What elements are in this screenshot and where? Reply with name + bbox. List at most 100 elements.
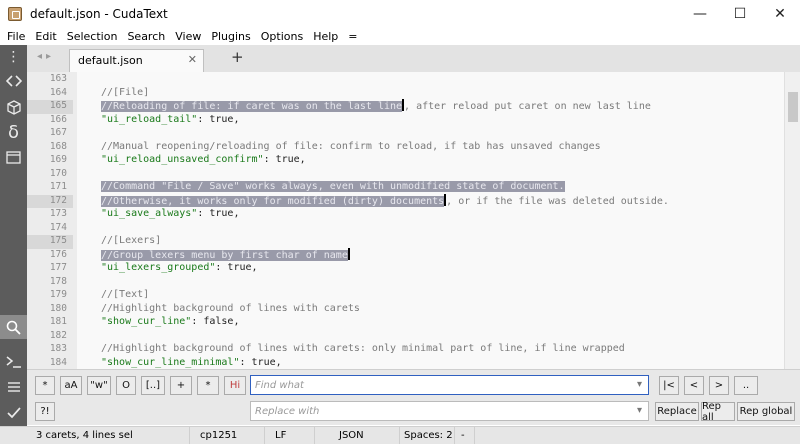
code-line-165: //Reloading of file: if caret was on the…: [101, 99, 651, 112]
in-selection-button[interactable]: [..]: [141, 376, 165, 395]
code-line-173: "ui_save_always": true,: [101, 208, 240, 219]
selection: //Command "File / Save" works always, ev…: [101, 181, 565, 192]
line-number[interactable]: 177: [27, 262, 73, 276]
line-number[interactable]: 169: [27, 154, 73, 168]
status-line-ending[interactable]: LF: [265, 426, 315, 444]
dots-icon[interactable]: ⋮: [0, 45, 27, 69]
line-number[interactable]: 178: [27, 276, 73, 290]
menu-search[interactable]: Search: [122, 30, 170, 43]
code-line-181: "show_cur_line": false,: [101, 316, 240, 327]
line-number[interactable]: 167: [27, 127, 73, 141]
menu-plugins[interactable]: Plugins: [206, 30, 255, 43]
code-icon[interactable]: [0, 69, 27, 93]
line-number[interactable]: 172: [27, 194, 73, 208]
minimize-button[interactable]: —: [680, 0, 720, 28]
status-indent[interactable]: Spaces: 2: [400, 426, 455, 444]
line-number[interactable]: 163: [27, 73, 73, 87]
selection: //Otherwise, it works only for modified …: [101, 195, 445, 207]
wrapped-search-button[interactable]: O: [116, 376, 136, 395]
menu-selection[interactable]: Selection: [62, 30, 123, 43]
regex-toggle-button[interactable]: *: [35, 376, 55, 395]
line-number-gutter: 163 164 165 166 167 168 169 170 171 172 173 174 175 1…: [27, 72, 77, 369]
chevron-down-icon[interactable]: ▾: [637, 405, 642, 416]
search-icon[interactable]: [0, 315, 27, 339]
menu-bar: File Edit Selection Search View Plugins …: [0, 28, 800, 45]
replace-placeholder: Replace with: [255, 405, 320, 417]
code-line-184: "show_cur_line_minimal": true,: [101, 356, 282, 368]
line-number[interactable]: 174: [27, 222, 73, 236]
code-line-166: "ui_reload_tail": true,: [101, 113, 240, 125]
selection: //Reloading of file: if caret was on the…: [101, 101, 403, 112]
whole-words-button[interactable]: "w": [87, 376, 111, 395]
find-placeholder: Find what: [255, 379, 304, 391]
line-number[interactable]: 171: [27, 181, 73, 195]
menu-view[interactable]: View: [170, 30, 206, 43]
code-line-168: //Manual reopening/reloading of file: co…: [101, 140, 601, 152]
chevron-down-icon[interactable]: ▾: [637, 379, 642, 390]
close-button[interactable]: ✕: [760, 0, 800, 28]
line-number[interactable]: 175: [27, 235, 73, 249]
replace-all-button[interactable]: Rep all: [701, 401, 735, 423]
code-line-164: //[File]: [101, 86, 150, 98]
highlight-button[interactable]: Hi: [224, 376, 246, 395]
list-icon[interactable]: [0, 375, 27, 399]
line-number[interactable]: 168: [27, 141, 73, 155]
line-number[interactable]: 176: [27, 249, 73, 263]
find-prev-button[interactable]: <: [684, 376, 704, 395]
new-tab-button[interactable]: +: [231, 48, 244, 66]
help-button[interactable]: ?!: [35, 402, 55, 421]
find-input[interactable]: Find what ▾: [250, 375, 649, 395]
code-line-169: "ui_reload_unsaved_confirm": true,: [101, 154, 306, 165]
code-line-180: //Highlight background of lines with car…: [101, 302, 360, 314]
menu-edit[interactable]: Edit: [30, 30, 61, 43]
status-lexer[interactable]: JSON: [315, 426, 400, 444]
code-line-175: //[Lexers]: [101, 235, 162, 246]
menu-file[interactable]: File: [2, 30, 30, 43]
multiline-button[interactable]: +: [170, 376, 192, 395]
find-first-button[interactable]: |<: [659, 376, 679, 395]
cudatext-app-icon: [8, 7, 22, 21]
menu-extra[interactable]: =: [343, 30, 362, 43]
terminal-icon[interactable]: [0, 350, 27, 374]
code-line-183: //Highlight background of lines with car…: [101, 343, 625, 354]
delta-icon[interactable]: δ: [0, 120, 27, 144]
check-icon[interactable]: [0, 401, 27, 425]
replace-input[interactable]: Replace with ▾: [250, 401, 649, 421]
case-sensitive-button[interactable]: aA: [60, 376, 82, 395]
confirm-replace-button[interactable]: *: [197, 376, 219, 395]
line-number[interactable]: 184: [27, 357, 73, 370]
replace-button[interactable]: Replace: [655, 402, 699, 421]
text-caret: [347, 247, 350, 260]
cube-icon[interactable]: [0, 95, 27, 119]
line-number[interactable]: 183: [27, 343, 73, 357]
menu-options[interactable]: Options: [256, 30, 308, 43]
vertical-scrollbar[interactable]: [784, 72, 800, 369]
line-number[interactable]: 165: [27, 100, 73, 114]
status-carets[interactable]: 3 carets, 4 lines sel: [0, 426, 190, 444]
status-encoding[interactable]: cp1251: [190, 426, 265, 444]
line-number[interactable]: 170: [27, 168, 73, 182]
find-next-button[interactable]: >: [709, 376, 729, 395]
tab-default-json[interactable]: default.json ✕: [69, 49, 204, 72]
line-number[interactable]: 173: [27, 208, 73, 222]
find-menu-button[interactable]: ..: [734, 376, 758, 395]
status-extra[interactable]: -: [455, 426, 475, 444]
maximize-button[interactable]: ☐: [720, 0, 760, 28]
code-editor[interactable]: 163 164 165 166 167 168 169 170 171 172 173 174 175 1…: [27, 72, 784, 369]
code-line-177: "ui_lexers_grouped": true,: [101, 262, 258, 273]
line-number[interactable]: 179: [27, 289, 73, 303]
scrollbar-thumb[interactable]: [788, 92, 798, 122]
tab-bar: ◂▸ default.json ✕ +: [27, 45, 800, 72]
window-title: default.json - CudaText: [30, 7, 168, 21]
line-number[interactable]: 164: [27, 87, 73, 101]
line-number[interactable]: 180: [27, 303, 73, 317]
tab-close-icon[interactable]: ✕: [188, 53, 197, 66]
replace-global-button[interactable]: Rep global: [737, 402, 795, 421]
menu-help[interactable]: Help: [308, 30, 343, 43]
line-number[interactable]: 182: [27, 330, 73, 344]
window-controls: — ☐ ✕: [680, 0, 800, 28]
line-number[interactable]: 181: [27, 316, 73, 330]
panel-icon[interactable]: [0, 145, 27, 169]
tab-nav-arrows[interactable]: ◂▸: [37, 51, 55, 62]
line-number[interactable]: 166: [27, 114, 73, 128]
